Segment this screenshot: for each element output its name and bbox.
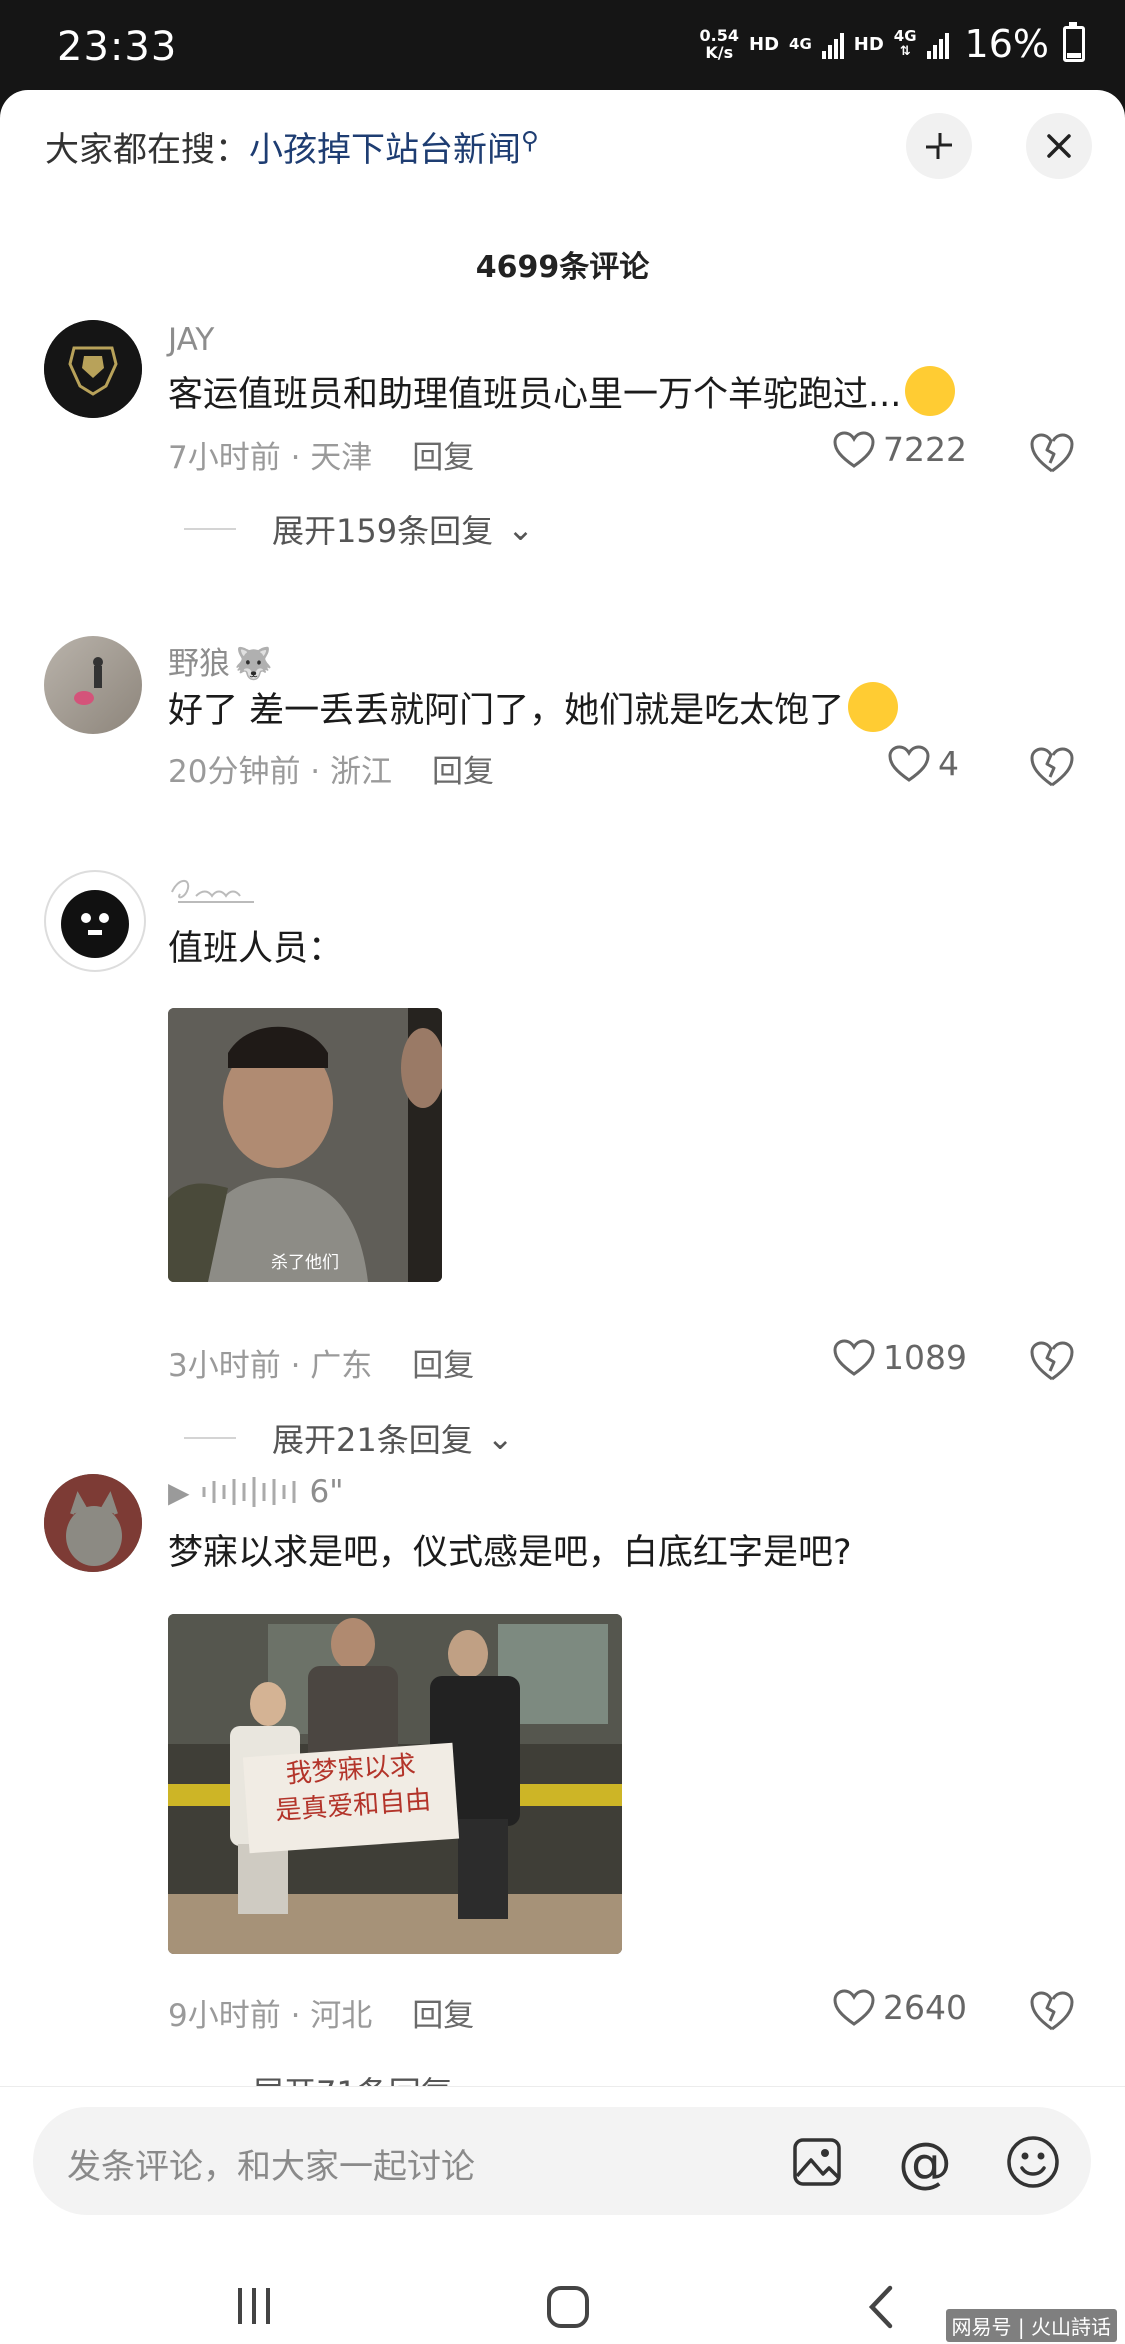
reply-button[interactable]: 回复 <box>432 754 494 790</box>
reply-button[interactable]: 回复 <box>412 1998 474 2034</box>
network-type-1: 4G <box>789 35 812 53</box>
avatar[interactable] <box>44 636 142 734</box>
avatar[interactable] <box>44 320 142 418</box>
reply-button[interactable]: 回复 <box>412 1348 474 1384</box>
magnifier-icon: ⚲ <box>521 126 539 155</box>
laughing-tears-emoji-icon <box>905 366 956 416</box>
comment-meta: 3小时前 · 广东 回复 <box>168 1348 475 1384</box>
recent-apps-icon <box>238 2288 270 2324</box>
username[interactable]: 野狼 🐺 <box>168 638 273 683</box>
comment-meta: 7小时前 · 天津 回复 <box>168 440 475 476</box>
comment-meta: 9小时前 · 河北 回复 <box>168 1998 475 2034</box>
voice-username[interactable]: ▶ 6" <box>168 1474 344 1510</box>
avatar-photo <box>61 890 129 958</box>
hd-label-1: HD <box>749 33 780 55</box>
avatar-photo <box>74 657 103 705</box>
image-icon <box>793 2138 841 2186</box>
like-button[interactable]: 1089 <box>833 1338 967 1377</box>
reply-button[interactable]: 回复 <box>412 440 474 476</box>
play-icon: ▶ <box>168 1475 190 1509</box>
status-indicators: 0.54 K/s HD 4G HD 4G ⇅ 16% <box>700 22 1085 66</box>
comment-input-placeholder: 发条评论，和大家一起讨论 <box>67 2147 475 2187</box>
smiley-icon <box>1007 2136 1059 2188</box>
like-count: 1089 <box>883 1338 967 1377</box>
emoji-button[interactable] <box>1003 2132 1063 2192</box>
wolf-badge-icon: 🐺 <box>234 646 273 682</box>
hd-label-2: HD <box>853 33 884 55</box>
like-button[interactable]: 7222 <box>833 430 967 469</box>
comment-image[interactable]: 我梦寐以求 是真爱和自由 <box>168 1614 622 1954</box>
comment-text: 好了 差一丢丢就阿门了，她们就是吃太饱了 <box>168 682 899 733</box>
chevron-down-icon: ⌄ <box>507 510 534 548</box>
like-count: 7222 <box>883 430 967 469</box>
chevron-down-icon: ⌄ <box>486 1419 514 1457</box>
comment-count: 4699条评论 <box>475 250 650 285</box>
trending-search[interactable]: 大家都在搜：小孩掉下站台新闻⚲ <box>45 122 539 171</box>
at-icon: @ <box>898 2130 952 2194</box>
username-scribble-icon <box>171 880 254 903</box>
comment-input[interactable]: 发条评论，和大家一起讨论 @ <box>33 2107 1091 2215</box>
collapse-button[interactable] <box>906 113 972 179</box>
network-speed: 0.54 K/s <box>699 26 739 62</box>
heart-icon <box>833 1988 875 2026</box>
avatar[interactable] <box>44 870 146 972</box>
close-button[interactable] <box>1026 113 1092 179</box>
home-button[interactable] <box>545 2284 591 2334</box>
expand-replies[interactable]: 展开159条回复 ⌄ <box>184 506 534 552</box>
comment-text: 梦寐以求是吧，仪式感是吧，白底红字是吧? <box>168 1533 852 1573</box>
trending-search-label: 大家都在搜： <box>45 130 249 170</box>
heart-icon <box>833 430 875 468</box>
like-count: 2640 <box>883 1988 967 2027</box>
audio-waveform-icon <box>202 1477 296 1507</box>
comment-image[interactable]: 杀了他们 <box>168 1008 442 1282</box>
back-icon <box>868 2285 893 2329</box>
signal-icon <box>821 29 844 59</box>
broken-heart-icon[interactable] <box>1029 1990 1075 2032</box>
home-icon <box>547 2286 589 2328</box>
status-time: 23:33 <box>57 24 178 70</box>
cat-avatar-photo <box>44 1474 142 1572</box>
image-button[interactable] <box>787 2132 847 2192</box>
expand-replies[interactable]: 展开21条回复 ⌄ <box>184 1415 514 1461</box>
heart-icon <box>833 1338 875 1376</box>
status-bar: 23:33 0.54 K/s HD 4G HD 4G ⇅ 16% <box>0 0 1125 90</box>
mention-button[interactable]: @ <box>895 2130 955 2194</box>
comment-text: 客运值班员和助理值班员心里一万个羊驼跑过... <box>168 366 956 417</box>
battery-percent: 16% <box>964 22 1049 66</box>
broken-heart-icon[interactable] <box>1029 432 1075 474</box>
back-button[interactable] <box>866 2284 896 2334</box>
username-handwriting[interactable] <box>168 872 258 916</box>
signal-icon <box>926 29 949 59</box>
broken-heart-icon[interactable] <box>1029 746 1075 788</box>
trending-search-keyword[interactable]: 小孩掉下站台新闻 <box>249 130 521 170</box>
recent-apps-button[interactable] <box>232 2284 276 2332</box>
meme-image <box>168 1008 442 1282</box>
like-button[interactable]: 4 <box>888 744 959 783</box>
like-count: 4 <box>938 744 959 783</box>
heart-icon <box>888 744 930 782</box>
battery-icon <box>1063 22 1085 62</box>
transformers-logo-icon <box>44 320 142 418</box>
comment-meta: 20分钟前 · 浙江 回复 <box>168 754 495 790</box>
collapse-icon <box>926 133 952 159</box>
audio-duration: 6" <box>309 1474 344 1510</box>
system-navbar: 网易号 | 火山詩话 <box>0 2274 1125 2344</box>
like-button[interactable]: 2640 <box>833 1988 967 2027</box>
banner-text: 我梦寐以求 是真爱和自由 <box>274 1750 433 1827</box>
avatar[interactable] <box>44 1474 142 1572</box>
comment-sheet: 大家都在搜：小孩掉下站台新闻⚲ 4699条评论 JAY 客运值班员和助理值班员心… <box>0 90 1125 2344</box>
close-icon <box>1047 134 1071 158</box>
broken-heart-icon[interactable] <box>1029 1340 1075 1382</box>
image-caption: 杀了他们 <box>271 1253 339 1273</box>
watermark: 网易号 | 火山詩话 <box>945 2309 1117 2342</box>
network-type-2: 4G ⇅ <box>893 27 917 59</box>
username[interactable]: JAY <box>168 322 214 358</box>
comment-text: 值班人员： <box>168 929 344 969</box>
facepalm-emoji-icon <box>848 682 899 732</box>
